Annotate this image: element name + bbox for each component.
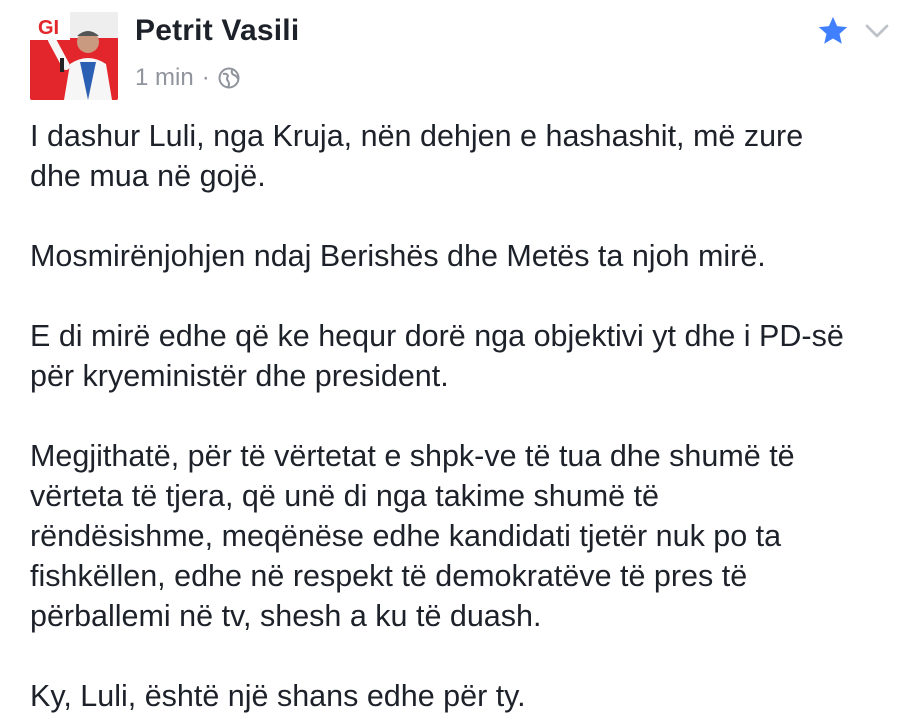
star-icon[interactable] — [816, 14, 850, 53]
post-meta: 1 min · — [135, 64, 240, 92]
post-actions — [816, 14, 892, 53]
author-name[interactable]: Petrit Vasili — [135, 14, 299, 48]
post-body: I dashur Luli, nga Kruja, nën dehjen e h… — [30, 116, 890, 727]
globe-icon[interactable] — [218, 67, 240, 89]
timestamp[interactable]: 1 min — [135, 64, 194, 92]
facebook-post: GI Petrit Vasili 1 min · I dashur Luli, … — [0, 0, 910, 727]
profile-photo: GI — [30, 12, 118, 100]
paragraph: Mosmirënjohjen ndaj Berishës dhe Metës t… — [30, 239, 766, 273]
chevron-down-icon[interactable] — [862, 16, 892, 51]
paragraph: Ky, Luli, është një shans edhe për ty. — [30, 679, 526, 713]
avatar-sign-text: GI — [38, 17, 59, 39]
separator-dot: · — [201, 64, 210, 91]
paragraph: I dashur Luli, nga Kruja, nën dehjen e h… — [30, 119, 804, 193]
paragraph: Megjithatë, për të vërtetat e shpk-ve të… — [30, 439, 795, 633]
paragraph: E di mirë edhe që ke hequr dorë nga obje… — [30, 319, 844, 393]
avatar[interactable]: GI — [30, 12, 118, 100]
